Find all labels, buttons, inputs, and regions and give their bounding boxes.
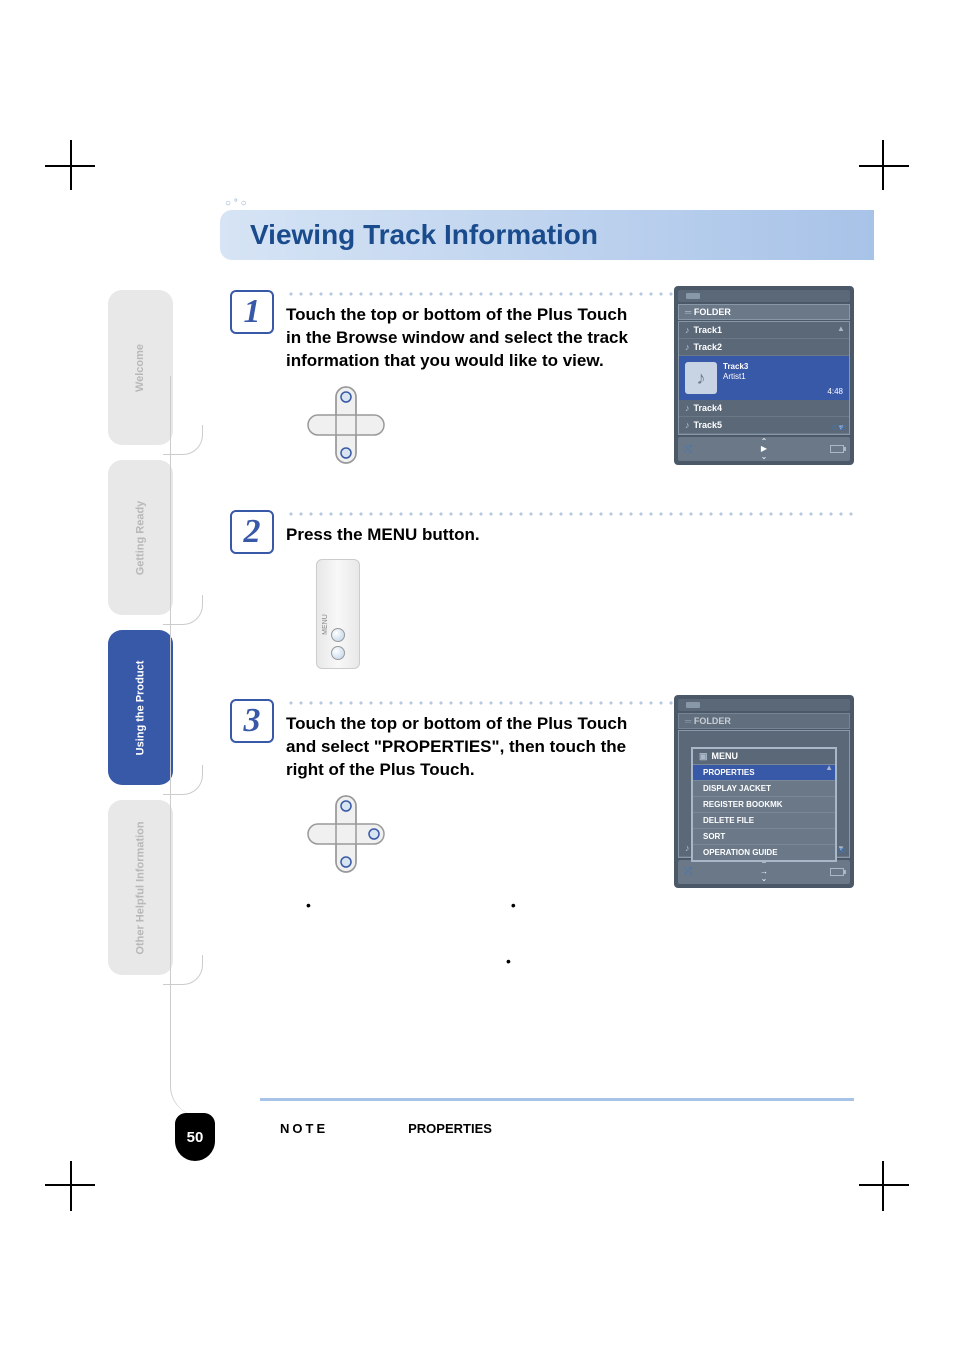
menu-operation-guide: OPERATION GUIDE <box>693 844 835 860</box>
page-number: 50 <box>175 1113 215 1161</box>
bullets-row-1: •• <box>306 897 854 913</box>
step-3: 3 Touch the top or bottom of the Plus To… <box>230 699 854 969</box>
tab-welcome-label: Welcome <box>135 343 147 391</box>
menu-button-icon: MENU <box>316 559 360 669</box>
screen1-track5: Track5 <box>679 417 849 434</box>
screen1-counter: 6:30 <box>832 425 846 432</box>
step-2-number: 2 <box>230 510 274 554</box>
bullets-row-2: • <box>506 953 854 969</box>
tab-getting-ready: Getting Ready <box>108 460 173 615</box>
note-text: PROPERTIES <box>408 1121 492 1136</box>
step-1-number: 1 <box>230 290 274 334</box>
step-3-number: 3 <box>230 699 274 743</box>
screen2-folder: FOLDER <box>694 716 731 726</box>
play-control-icon: ⌃▶⌄ <box>761 438 768 460</box>
note-divider <box>260 1098 854 1101</box>
side-tabs: Welcome Getting Ready Using the Product … <box>108 290 173 990</box>
screen1-track1: Track1 <box>679 322 849 339</box>
step-1-text: Touch the top or bottom of the Plus Touc… <box>286 304 646 373</box>
menu-btn-label: MENU <box>322 614 329 635</box>
note-label: NOTE <box>280 1121 328 1136</box>
nav-control-icon: ⌃→⌄ <box>760 861 768 883</box>
menu-display-jacket: DISPLAY JACKET <box>693 780 835 796</box>
step-1: 1 Touch the top or bottom of the Plus To… <box>230 290 854 470</box>
menu-header-label: MENU <box>712 751 739 761</box>
menu-properties: PROPERTIES <box>693 764 835 780</box>
battery-icon <box>830 445 844 453</box>
screen1-artist1: Artist1 <box>723 372 746 381</box>
shuffle-icon: ⤮ <box>684 866 692 877</box>
screen1-selected: ♪ Track3 Artist1 4:48 <box>679 356 849 400</box>
step-3-text: Touch the top or bottom of the Plus Touc… <box>286 713 646 782</box>
menu-popup: ▣ MENU PROPERTIES DISPLAY JACKET REGISTE… <box>691 747 837 862</box>
shuffle-icon: ⤮ <box>684 444 692 455</box>
tab-welcome: Welcome <box>108 290 173 445</box>
tab-using-product: Using the Product <box>108 630 173 785</box>
tab-other-info: Other Helpful Information <box>108 800 173 975</box>
screen1-track2: Track2 <box>679 339 849 356</box>
step-2-text: Press the MENU button. <box>286 524 646 547</box>
screen1-track4: Track4 <box>679 400 849 417</box>
screen1-track3: Track3 <box>723 362 748 371</box>
tab-using-label: Using the Product <box>135 660 147 755</box>
title-bar: Viewing Track Information <box>220 210 874 260</box>
step-2: 2 Press the MENU button. MENU <box>230 510 854 669</box>
note-row: NOTE PROPERTIES <box>280 1121 492 1136</box>
title-decoration: ○ ° ○ <box>225 198 247 209</box>
menu-sort: SORT <box>693 828 835 844</box>
page-title: Viewing Track Information <box>250 219 598 251</box>
menu-delete-file: DELETE FILE <box>693 812 835 828</box>
screen1-folder: FOLDER <box>694 307 731 317</box>
tab-other-label: Other Helpful Information <box>135 821 147 954</box>
tab-getting-label: Getting Ready <box>135 500 147 575</box>
battery-icon <box>830 868 844 876</box>
device-screen-browse: ═ FOLDER Track1 Track2 ♪ Track3 Artist1 … <box>674 286 854 465</box>
device-screen-menu: ═ FOLDER ▣ MENU PROPERTIES DISPLAY JACKE… <box>674 695 854 888</box>
menu-register-bookmk: REGISTER BOOKMK <box>693 796 835 812</box>
